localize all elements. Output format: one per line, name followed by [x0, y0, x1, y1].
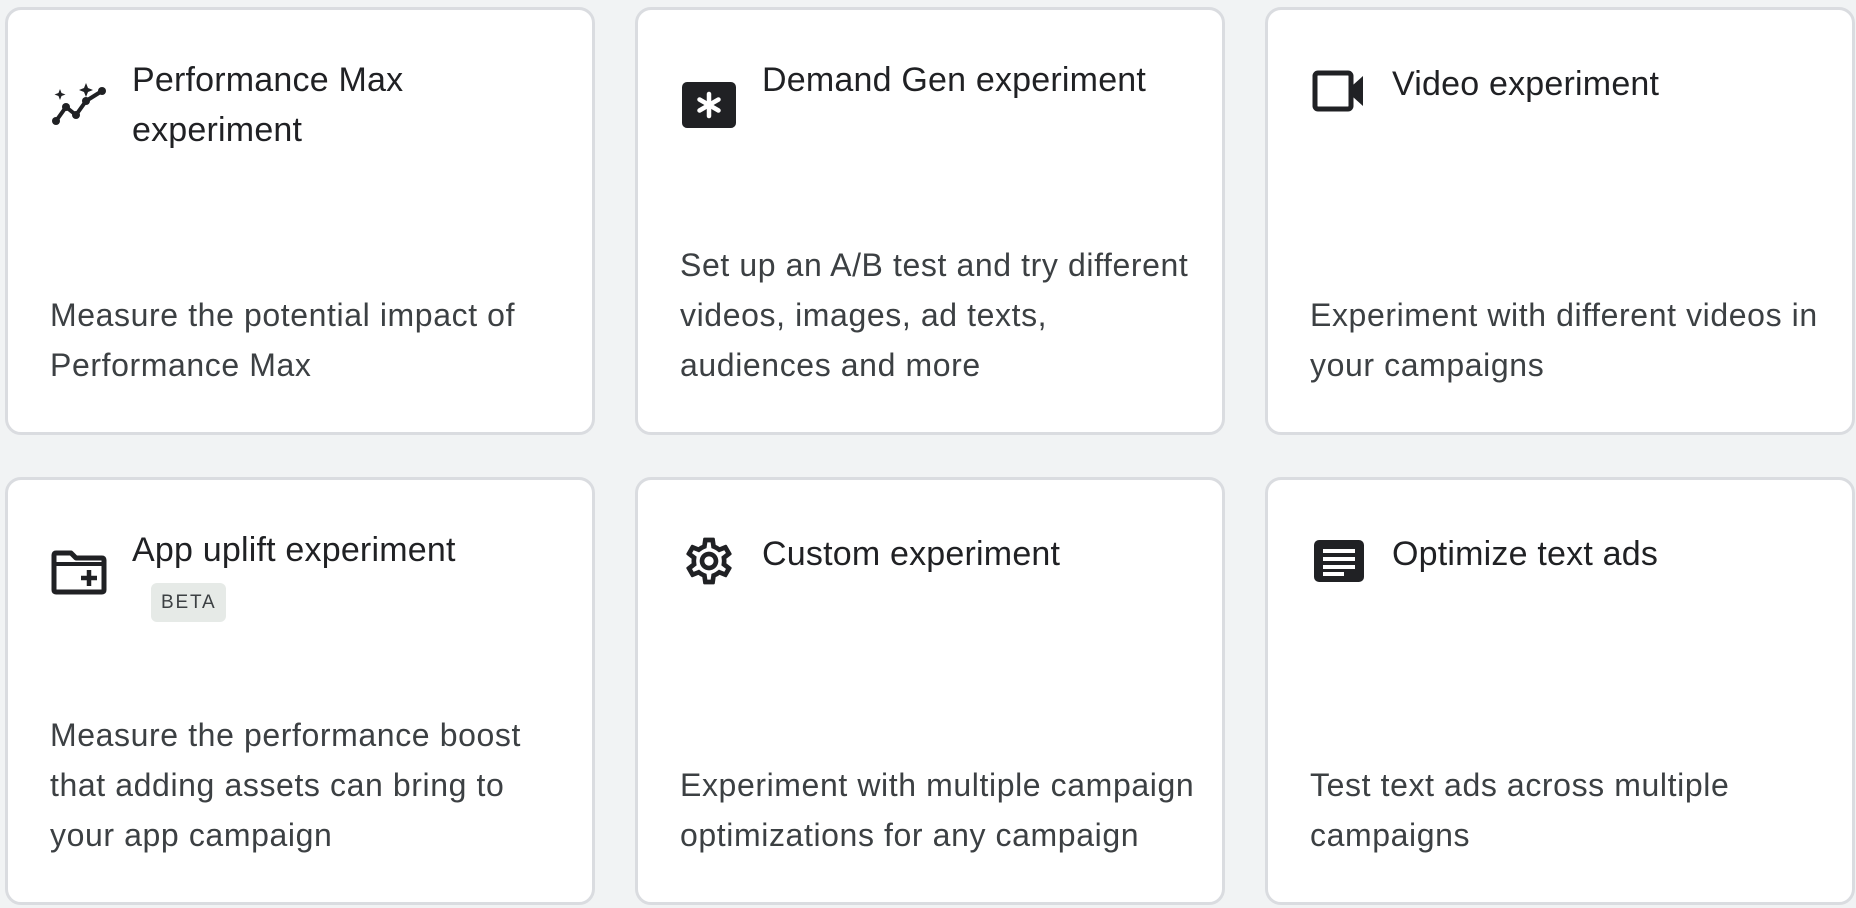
card-title: Optimize text ads — [1392, 535, 1659, 573]
card-description: Experiment with multiple campaign optimi… — [680, 767, 1195, 853]
demand-gen-experiment-card[interactable]: Demand Gen experiment Set up an A/B test… — [635, 7, 1225, 435]
performance-max-experiment-card[interactable]: Performance Max experiment Measure the p… — [5, 7, 595, 435]
videocam-icon — [1310, 62, 1368, 120]
app-uplift-experiment-card[interactable]: App uplift experiment BETA Measure the p… — [5, 477, 595, 905]
beta-badge: BETA — [151, 583, 227, 622]
card-description: Measure the potential impact of Performa… — [50, 297, 516, 383]
create-new-folder-icon — [50, 543, 108, 601]
card-title: Video experiment — [1392, 65, 1660, 103]
custom-experiment-card[interactable]: Custom experiment Experiment with multip… — [635, 477, 1225, 905]
settings-gear-icon — [680, 532, 738, 590]
card-title: Performance Max experiment — [132, 61, 404, 149]
video-experiment-card[interactable]: Video experiment Experiment with differe… — [1265, 7, 1855, 435]
card-title: Demand Gen experiment — [762, 61, 1147, 99]
card-description: Measure the performance boost that addin… — [50, 717, 521, 853]
demand-gen-icon — [680, 76, 738, 134]
card-description: Set up an A/B test and try different vid… — [680, 247, 1189, 383]
card-title: Custom experiment — [762, 535, 1061, 573]
card-title: App uplift experiment — [132, 531, 456, 569]
text-ads-icon — [1310, 532, 1368, 590]
card-description: Experiment with different videos in your… — [1310, 297, 1818, 383]
performance-max-icon — [50, 76, 108, 134]
card-description: Test text ads across multiple campaigns — [1310, 767, 1730, 853]
optimize-text-ads-card[interactable]: Optimize text ads Test text ads across m… — [1265, 477, 1855, 905]
